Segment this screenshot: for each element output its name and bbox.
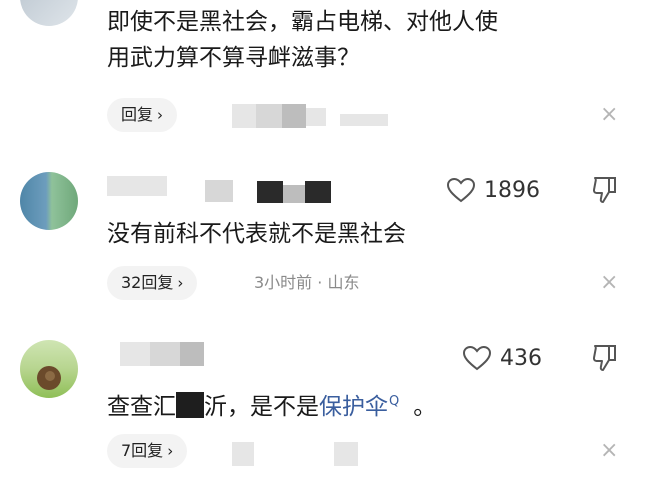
thumbs-down-icon (592, 345, 616, 371)
heart-outline-icon (462, 345, 492, 371)
redacted-block (180, 342, 204, 366)
comment-text-segment: ，是不是 (227, 394, 319, 420)
dislike-button[interactable] (590, 340, 620, 376)
avatar[interactable] (20, 0, 78, 26)
comment-text-segment: 。 (413, 394, 437, 420)
like-button[interactable]: 1896 (446, 172, 540, 208)
redacted-block (283, 185, 305, 203)
comment-text-segment: 查查 (107, 394, 153, 420)
close-icon[interactable]: × (600, 266, 618, 300)
reply-label: 回复 (121, 105, 154, 124)
avatar[interactable] (20, 340, 78, 398)
comment-text: 查查汇 沂，是不是保护伞Q 。 (107, 384, 436, 425)
keyword-link[interactable]: 保护伞 (319, 394, 388, 420)
comment-text-line: 用武力算不算寻衅滋事？ (107, 45, 360, 71)
redacted-block (256, 104, 282, 128)
redacted-block (205, 180, 233, 202)
thumbs-down-icon (592, 177, 616, 203)
close-icon[interactable]: × (600, 98, 618, 132)
chevron-right-icon: › (157, 106, 164, 124)
comment-text: 没有前科不代表就不是黑社会 (107, 221, 406, 247)
reply-button[interactable]: 32回复 › (107, 266, 198, 300)
redacted-username (120, 342, 150, 366)
redacted-block (305, 181, 331, 203)
redacted-block (176, 392, 204, 418)
close-icon[interactable]: × (600, 434, 618, 468)
reply-button[interactable]: 回复 › (107, 98, 178, 132)
avatar[interactable] (20, 172, 78, 230)
like-count: 436 (500, 345, 542, 371)
reply-button[interactable]: 7回复 › (107, 434, 188, 468)
redacted-block (232, 104, 256, 128)
like-count: 1896 (484, 177, 540, 203)
reply-label: 7回复 (121, 441, 164, 460)
redacted-block (334, 442, 358, 466)
redacted-block (306, 108, 326, 126)
reply-label: 32回复 (121, 273, 174, 292)
comment-text-segment: 汇 (153, 394, 176, 420)
redacted-block (150, 342, 180, 366)
redacted-block (282, 104, 306, 128)
search-icon[interactable]: Q (389, 394, 399, 409)
comment-time-location: 3小时前 · 山东 (254, 273, 360, 292)
heart-outline-icon (446, 177, 476, 203)
chevron-right-icon: › (177, 274, 184, 292)
redacted-block (232, 442, 254, 466)
dislike-button[interactable] (590, 172, 620, 208)
redacted-username (107, 176, 167, 196)
chevron-right-icon: › (167, 442, 174, 460)
redacted-block (340, 114, 388, 126)
comment-text-line: 即使不是黑社会，霸占电梯、对他人使 (107, 9, 498, 35)
redacted-block (257, 181, 283, 203)
like-button[interactable]: 436 (462, 340, 542, 376)
comment-text: 即使不是黑社会，霸占电梯、对他人使 用武力算不算寻衅滋事？ (107, 4, 498, 76)
comment-text-segment: 沂 (204, 394, 227, 420)
